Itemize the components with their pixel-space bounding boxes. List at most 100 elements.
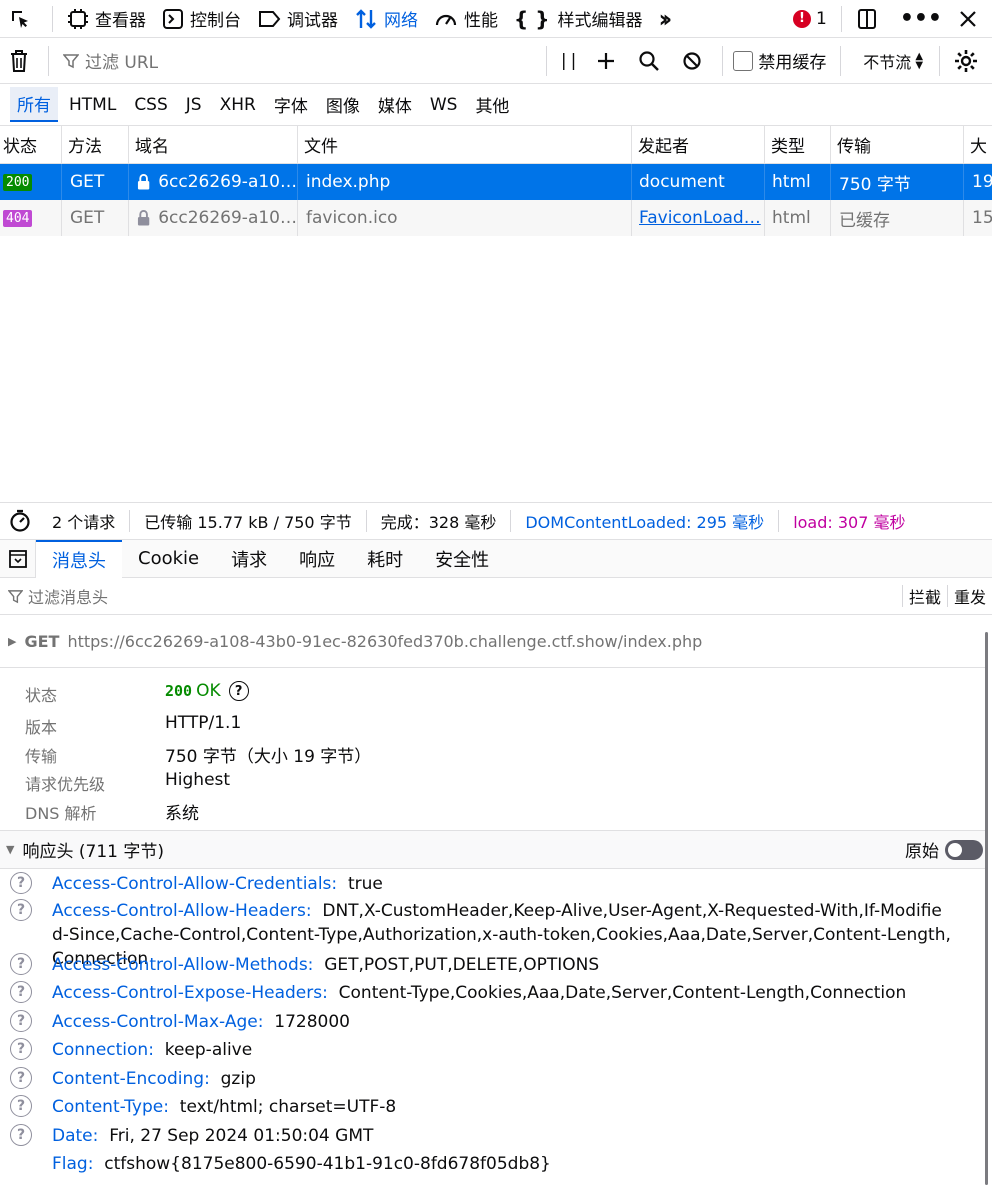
disable-cache-checkbox[interactable]: 禁用缓存 xyxy=(729,38,834,84)
network-settings-button[interactable] xyxy=(946,38,992,84)
raw-toggle[interactable] xyxy=(945,839,983,860)
tab-performance[interactable]: 性能 xyxy=(426,0,506,38)
status-code: 200 xyxy=(165,682,193,700)
table-row[interactable]: 404 GET 6cc26269-a10… favicon.ico Favico… xyxy=(0,200,992,236)
type-tab-fonts[interactable]: 字体 xyxy=(267,88,315,121)
stopwatch-icon[interactable] xyxy=(8,509,32,533)
dns-value: 系统 xyxy=(165,804,199,824)
help-icon[interactable]: ? xyxy=(228,681,249,701)
transferred-total: 已传输 15.77 kB / 750 字节 xyxy=(144,513,352,532)
throttling-select[interactable]: 不节流 ▲ ▼ xyxy=(847,38,933,84)
type-tab-images[interactable]: 图像 xyxy=(319,88,367,121)
status-badge: 200 xyxy=(3,173,33,191)
checkbox-box[interactable] xyxy=(733,50,754,71)
tab-headers[interactable]: 消息头 xyxy=(36,539,122,578)
response-headers-title: 响应头 (711 字节) xyxy=(22,842,164,862)
header-name: Connection: xyxy=(52,1040,154,1060)
help-icon[interactable]: ? xyxy=(10,1067,32,1089)
help-icon[interactable]: ? xyxy=(10,981,32,1003)
header-name: Date: xyxy=(52,1126,99,1146)
help-icon[interactable]: ? xyxy=(10,899,32,921)
raw-label: 原始 xyxy=(905,842,939,862)
tab-console[interactable]: 控制台 xyxy=(154,0,249,38)
close-devtools-button[interactable] xyxy=(950,0,992,38)
help-icon[interactable]: ? xyxy=(10,872,32,894)
tab-network-label: 网络 xyxy=(384,11,418,31)
help-icon[interactable]: ? xyxy=(10,1038,32,1060)
type-tab-media[interactable]: 媒体 xyxy=(371,88,419,121)
request-initiator-link[interactable]: FaviconLoad… xyxy=(632,200,765,236)
resend-button[interactable]: 重发 xyxy=(948,584,992,608)
header-value: Fri, 27 Sep 2024 01:50:04 GMT xyxy=(109,1126,374,1146)
table-row[interactable]: 200 GET 6cc26269-a10… index.php document… xyxy=(0,164,992,200)
request-type-filter: 所有 HTML CSS JS XHR 字体 图像 媒体 WS 其他 xyxy=(0,84,992,126)
column-initiator[interactable]: 发起者 xyxy=(632,126,765,163)
dns-label: DNS 解析 xyxy=(25,804,97,823)
request-domain: 6cc26269-a10… xyxy=(158,172,297,192)
picker-icon xyxy=(12,10,28,28)
transfer-label: 传输 xyxy=(25,747,58,766)
help-icon[interactable]: ? xyxy=(10,1010,32,1032)
type-tab-html[interactable]: HTML xyxy=(62,91,123,119)
tab-network[interactable]: 网络 xyxy=(346,0,426,38)
request-method: GET xyxy=(62,200,129,236)
column-method[interactable]: 方法 xyxy=(62,126,129,163)
tab-timings[interactable]: 耗时 xyxy=(351,540,419,578)
column-type[interactable]: 类型 xyxy=(765,126,831,163)
search-icon xyxy=(639,50,660,71)
pause-button[interactable]: || xyxy=(553,38,588,84)
request-line[interactable]: ▶ GET https://6cc26269-a108-43b0-91ec-82… xyxy=(0,615,985,668)
network-summary-bar: 2 个请求 已传输 15.77 kB / 750 字节 完成：328 毫秒 DO… xyxy=(0,502,992,540)
tab-response[interactable]: 响应 xyxy=(283,540,351,578)
type-tab-ws[interactable]: WS xyxy=(423,91,465,119)
header-value: Content-Type,Cookies,Aaa,Date,Server,Con… xyxy=(338,983,907,1003)
request-method: GET xyxy=(24,631,60,651)
clear-button[interactable] xyxy=(0,38,44,84)
headers-filter-bar: 过滤消息头 拦截 重发 xyxy=(0,578,992,615)
trash-icon xyxy=(11,49,27,72)
toggle-sidebar-button[interactable] xyxy=(0,539,36,578)
block-button[interactable]: 拦截 xyxy=(903,584,947,608)
debugger-icon xyxy=(259,10,281,27)
request-method: GET xyxy=(62,164,129,200)
tab-style-editor[interactable]: { } 样式编辑器 xyxy=(506,0,650,38)
transfer-value: 750 字节（大小 19 字节） xyxy=(165,747,372,767)
pause-icon: || xyxy=(560,50,581,71)
header-name: Access-Control-Allow-Methods: xyxy=(52,955,314,975)
options-menu-button[interactable]: ••• xyxy=(892,0,950,38)
tab-debugger[interactable]: 调试器 xyxy=(249,0,346,38)
dock-button[interactable] xyxy=(848,0,892,38)
help-icon[interactable]: ? xyxy=(10,1124,32,1146)
filter-funnel-icon xyxy=(62,53,79,68)
column-domain[interactable]: 域名 xyxy=(129,126,298,163)
type-tab-all[interactable]: 所有 xyxy=(10,87,58,122)
element-picker-button[interactable] xyxy=(0,0,46,38)
tab-cookies[interactable]: Cookie xyxy=(122,540,215,578)
type-tab-css[interactable]: CSS xyxy=(127,91,174,119)
add-request-button[interactable] xyxy=(588,38,630,84)
tab-inspector[interactable]: 查看器 xyxy=(59,0,154,38)
search-button[interactable] xyxy=(630,38,674,84)
type-tab-other[interactable]: 其他 xyxy=(468,88,516,121)
response-headers-section[interactable]: ▼ 响应头 (711 字节) 原始 xyxy=(0,830,985,869)
more-tools-button[interactable]: ›› xyxy=(650,0,674,38)
help-icon[interactable]: ? xyxy=(10,1095,32,1117)
error-count-button[interactable]: ! 1 xyxy=(785,0,835,38)
tab-request[interactable]: 请求 xyxy=(215,540,283,578)
column-file[interactable]: 文件 xyxy=(298,126,632,163)
column-transferred[interactable]: 传输 xyxy=(831,126,964,163)
headers-filter-input[interactable]: 过滤消息头 xyxy=(0,584,902,608)
type-tab-xhr[interactable]: XHR xyxy=(213,91,263,119)
request-type: html xyxy=(765,200,831,236)
url-filter-input[interactable]: 过滤 URL xyxy=(53,38,540,84)
block-requests-button[interactable] xyxy=(674,38,716,84)
ellipsis-icon: ••• xyxy=(899,6,942,31)
request-initiator: document xyxy=(632,164,765,200)
headers-filter-placeholder: 过滤消息头 xyxy=(28,588,109,607)
type-tab-js[interactable]: JS xyxy=(179,91,209,119)
help-icon[interactable]: ? xyxy=(10,953,32,975)
column-status[interactable]: 状态 xyxy=(0,126,62,163)
tab-security[interactable]: 安全性 xyxy=(419,540,505,578)
header-value: keep-alive xyxy=(164,1040,253,1060)
column-size[interactable]: 大 xyxy=(964,126,992,163)
